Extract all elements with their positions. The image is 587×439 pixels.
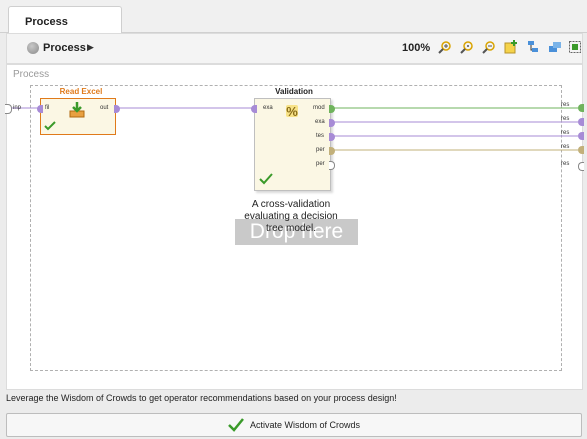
- validation-input-port[interactable]: [251, 105, 257, 113]
- validation-percent-icon: %: [286, 104, 298, 119]
- validation-port-label-tes: tes: [316, 133, 325, 139]
- arrange-operators-icon[interactable]: [547, 39, 563, 55]
- process-icon: [27, 42, 39, 54]
- status-check-icon: [44, 121, 56, 131]
- checkmark-icon: [228, 418, 244, 432]
- result-port-label-2: res: [561, 116, 570, 122]
- read-excel-operator[interactable]: fil out: [37, 98, 120, 135]
- validation-port-label-per-2: per: [316, 161, 325, 167]
- auto-wire-icon[interactable]: [525, 39, 541, 55]
- result-port-label-4: res: [561, 144, 570, 150]
- svg-text:%: %: [286, 104, 298, 119]
- tab-bar: Process: [0, 0, 587, 34]
- validation-input-port-label: exa: [263, 105, 273, 111]
- result-port-5[interactable]: [578, 162, 584, 171]
- zoom-in-icon[interactable]: [437, 39, 453, 55]
- wisdom-of-crowds-hint: Leverage the Wisdom of Crowds to get ope…: [6, 393, 397, 403]
- activate-wisdom-of-crowds-button[interactable]: Activate Wisdom of Crowds: [6, 413, 582, 437]
- zoom-reset-icon[interactable]: [459, 39, 475, 55]
- validation-port-label-exa: exa: [315, 119, 325, 125]
- read-excel-icon: [69, 102, 85, 118]
- zoom-out-icon[interactable]: [481, 39, 497, 55]
- result-port-1[interactable]: [578, 104, 584, 112]
- validation-annotation[interactable]: A cross-validation evaluating a decision…: [239, 199, 343, 235]
- read-excel-title: Read Excel: [59, 87, 103, 96]
- validation-port-label-mod: mod: [313, 105, 325, 111]
- add-annotation-icon[interactable]: [503, 39, 519, 55]
- read-excel-output-port-label: out: [100, 105, 109, 111]
- read-excel-input-port[interactable]: [37, 105, 43, 113]
- activate-button-label: Activate Wisdom of Crowds: [249, 420, 361, 430]
- result-port-2[interactable]: [578, 118, 584, 126]
- validation-operator[interactable]: exa mod exa tes per per %: [251, 98, 335, 191]
- fit-to-view-icon[interactable]: [567, 39, 583, 55]
- process-canvas[interactable]: Process inp Read Excel fil out Validatio…: [5, 64, 584, 390]
- validation-title: Validation: [275, 87, 313, 96]
- tab-process-label: Process: [25, 16, 68, 28]
- result-port-3[interactable]: [578, 132, 584, 140]
- process-toolbar: Process ▶ 100%: [6, 33, 583, 64]
- breadcrumb-arrow-icon[interactable]: ▶: [87, 42, 94, 53]
- process-input-port-label: inp: [13, 105, 22, 111]
- result-port-label-3: res: [561, 130, 570, 136]
- result-port-label-1: res: [561, 102, 570, 108]
- tab-process[interactable]: Process: [8, 6, 122, 34]
- status-check-icon: [259, 173, 273, 185]
- read-excel-input-port-label: fil: [45, 105, 50, 111]
- result-port-4[interactable]: [578, 146, 584, 154]
- validation-port-label-per-1: per: [316, 147, 325, 153]
- process-breadcrumb[interactable]: Process: [43, 42, 86, 54]
- zoom-level: 100%: [402, 42, 431, 54]
- result-port-label-5: res: [561, 161, 570, 167]
- process-input-port[interactable]: [5, 104, 12, 114]
